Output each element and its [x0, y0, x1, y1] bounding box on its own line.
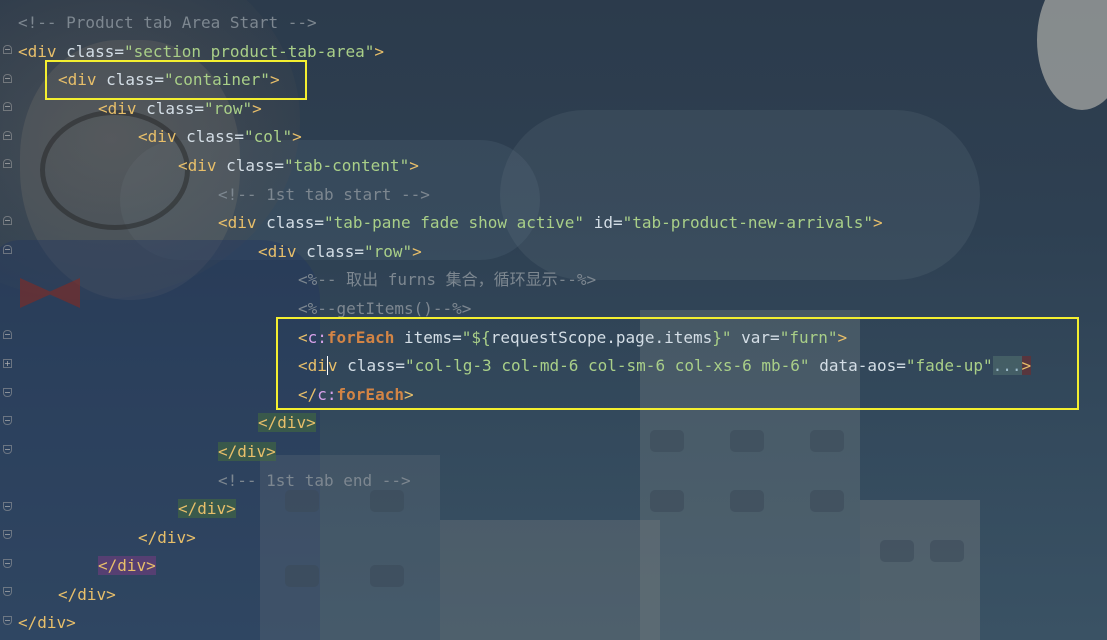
highlight-box-container: [45, 60, 307, 100]
code-token: "tab-pane fade show active": [323, 213, 585, 233]
code-line[interactable]: <!-- Product tab Area Start -->: [18, 9, 1031, 38]
code-token: "tab-product-new-arrivals": [622, 213, 874, 233]
code-token: >: [252, 98, 262, 118]
code-token: </div>: [218, 441, 276, 461]
code-token: >: [374, 41, 385, 61]
code-line[interactable]: <div class="tab-pane fade show active" i…: [18, 209, 1031, 238]
fold-marker-icon[interactable]: [3, 502, 12, 511]
fold-marker-icon[interactable]: [3, 559, 12, 568]
code-editor[interactable]: <!-- Product tab Area Start --> <div clas…: [0, 0, 1107, 640]
code-token: <div: [218, 213, 257, 233]
code-line[interactable]: </div>: [18, 581, 1031, 610]
code-line[interactable]: </div>: [18, 409, 1031, 438]
code-token: <!-- 1st tab end -->: [218, 470, 411, 490]
code-token: "tab-content": [283, 155, 410, 175]
fold-marker-icon[interactable]: [3, 530, 12, 539]
fold-marker-icon[interactable]: [3, 102, 12, 111]
editor-gutter: [0, 0, 16, 640]
code-token: "section product-tab-area": [123, 41, 375, 61]
code-token: <div: [138, 127, 177, 147]
code-token: <div: [98, 98, 137, 118]
code-token: class=: [56, 41, 124, 61]
code-token: >: [409, 155, 419, 175]
code-token: "row": [203, 98, 253, 118]
fold-marker-icon[interactable]: [3, 587, 12, 596]
fold-marker-icon[interactable]: [3, 445, 12, 454]
code-line[interactable]: <%-- 取出 furns 集合，循环显示--%>: [18, 266, 1031, 295]
code-token: id=: [584, 213, 623, 233]
fold-marker-icon[interactable]: [3, 74, 12, 83]
code-token: class=: [216, 155, 284, 175]
code-token: <!-- 1st tab start -->: [218, 184, 430, 204]
fold-marker-icon[interactable]: [3, 330, 12, 339]
code-token: <%--getItems()--%>: [298, 298, 472, 318]
fold-marker-icon[interactable]: [3, 159, 12, 168]
code-token: <!-- Product tab Area Start -->: [18, 13, 317, 32]
fold-marker-icon[interactable]: [3, 131, 12, 140]
code-line[interactable]: <!-- 1st tab end -->: [18, 467, 1031, 496]
fold-marker-icon[interactable]: [3, 388, 12, 397]
code-token: class=: [176, 127, 244, 147]
code-line[interactable]: </div>: [18, 438, 1031, 467]
code-token: "row": [363, 241, 413, 261]
code-token: class=: [136, 98, 204, 118]
code-token: >: [412, 241, 422, 261]
code-token: >: [292, 127, 302, 147]
code-token: <%-- 取出 furns 集合，循环显示--%>: [298, 270, 597, 290]
code-line[interactable]: <div class="row">: [18, 238, 1031, 267]
code-token: <div: [258, 241, 297, 261]
fold-marker-icon[interactable]: [3, 245, 12, 254]
fold-marker-icon[interactable]: [3, 216, 12, 225]
code-token: </div>: [178, 499, 236, 519]
code-line[interactable]: <div class="col">: [18, 123, 1031, 152]
background-character: [1037, 0, 1107, 110]
code-token: </div>: [98, 556, 156, 576]
code-token: </div>: [18, 613, 76, 633]
code-line[interactable]: </div>: [18, 609, 1031, 638]
fold-marker-icon[interactable]: [3, 45, 12, 54]
code-token: class=: [256, 213, 324, 233]
fold-marker-icon[interactable]: [3, 416, 12, 425]
highlight-box-foreach: [276, 317, 1079, 410]
code-token: class=: [296, 241, 364, 261]
code-token: <div: [18, 41, 57, 61]
code-token: >: [873, 213, 883, 233]
code-line[interactable]: </div>: [18, 524, 1031, 553]
code-line[interactable]: <!-- 1st tab start -->: [18, 181, 1031, 210]
fold-marker-icon[interactable]: [3, 616, 12, 625]
code-token: "col": [243, 127, 293, 147]
code-token: </div>: [138, 527, 196, 547]
code-line[interactable]: </div>: [18, 552, 1031, 581]
code-line[interactable]: <div class="tab-content">: [18, 152, 1031, 181]
fold-expand-icon[interactable]: [3, 359, 12, 368]
code-token: </div>: [58, 584, 116, 604]
code-token: </div>: [258, 413, 316, 433]
code-line[interactable]: </div>: [18, 495, 1031, 524]
code-token: <div: [178, 155, 217, 175]
